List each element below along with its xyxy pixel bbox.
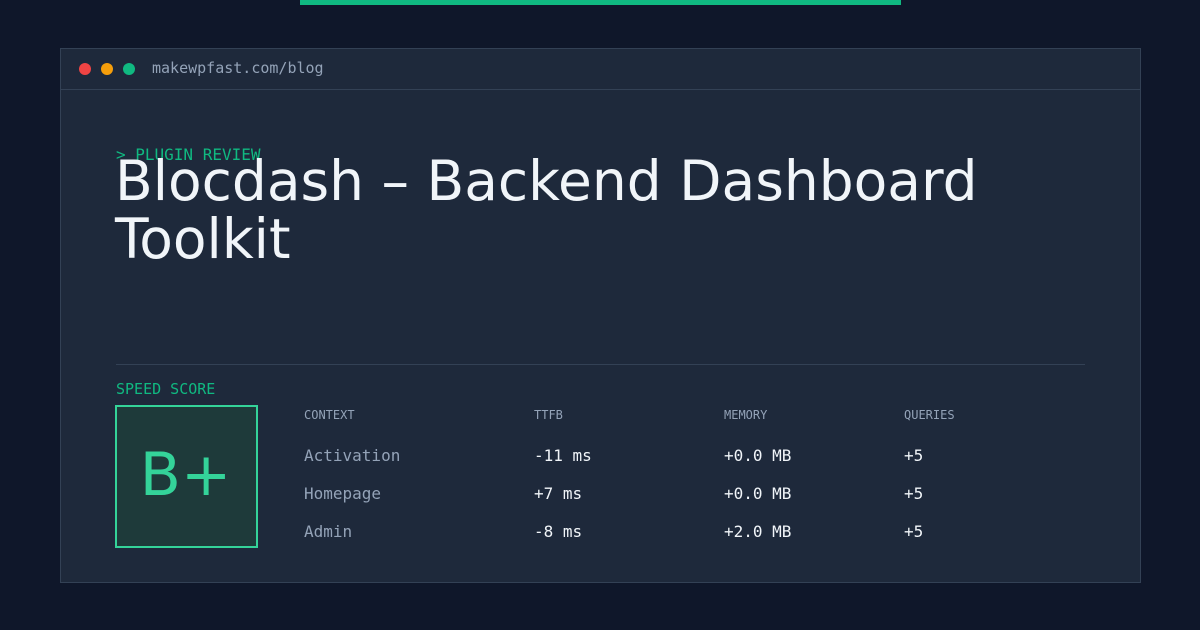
row-activation-context: Activation [304,446,401,465]
window-titlebar: makewpfast.com/blog [61,49,1140,90]
maximize-dot-icon[interactable] [123,63,135,75]
browser-window: makewpfast.com/blog > PLUGIN REVIEW Bloc… [60,48,1141,583]
row-homepage-ttfb: +7 ms [534,484,583,503]
address-url[interactable]: makewpfast.com/blog [152,58,324,78]
column-header-queries: QUERIES [904,408,955,422]
column-header-memory: MEMORY [724,408,768,422]
speed-grade: B+ [139,439,232,510]
column-header-context: CONTEXT [304,408,355,422]
row-homepage-memory: +0.0 MB [724,484,792,503]
speed-grade-box: B+ [115,405,258,548]
top-accent-bar [300,0,901,5]
row-activation-memory: +0.0 MB [724,446,792,465]
row-admin-ttfb: -8 ms [534,522,583,541]
minimize-dot-icon[interactable] [101,63,113,75]
row-activation-ttfb: -11 ms [534,446,592,465]
row-homepage-context: Homepage [304,484,382,503]
close-dot-icon[interactable] [79,63,91,75]
row-homepage-queries: +5 [904,484,924,503]
row-admin-memory: +2.0 MB [724,522,792,541]
column-header-ttfb: TTFB [534,408,563,422]
speed-score-label: SPEED SCORE [116,380,216,398]
row-admin-queries: +5 [904,522,924,541]
row-admin-context: Admin [304,522,353,541]
section-divider [116,364,1085,365]
post-title: Blocdash – Backend Dashboard Toolkit [115,149,978,271]
row-activation-queries: +5 [904,446,924,465]
